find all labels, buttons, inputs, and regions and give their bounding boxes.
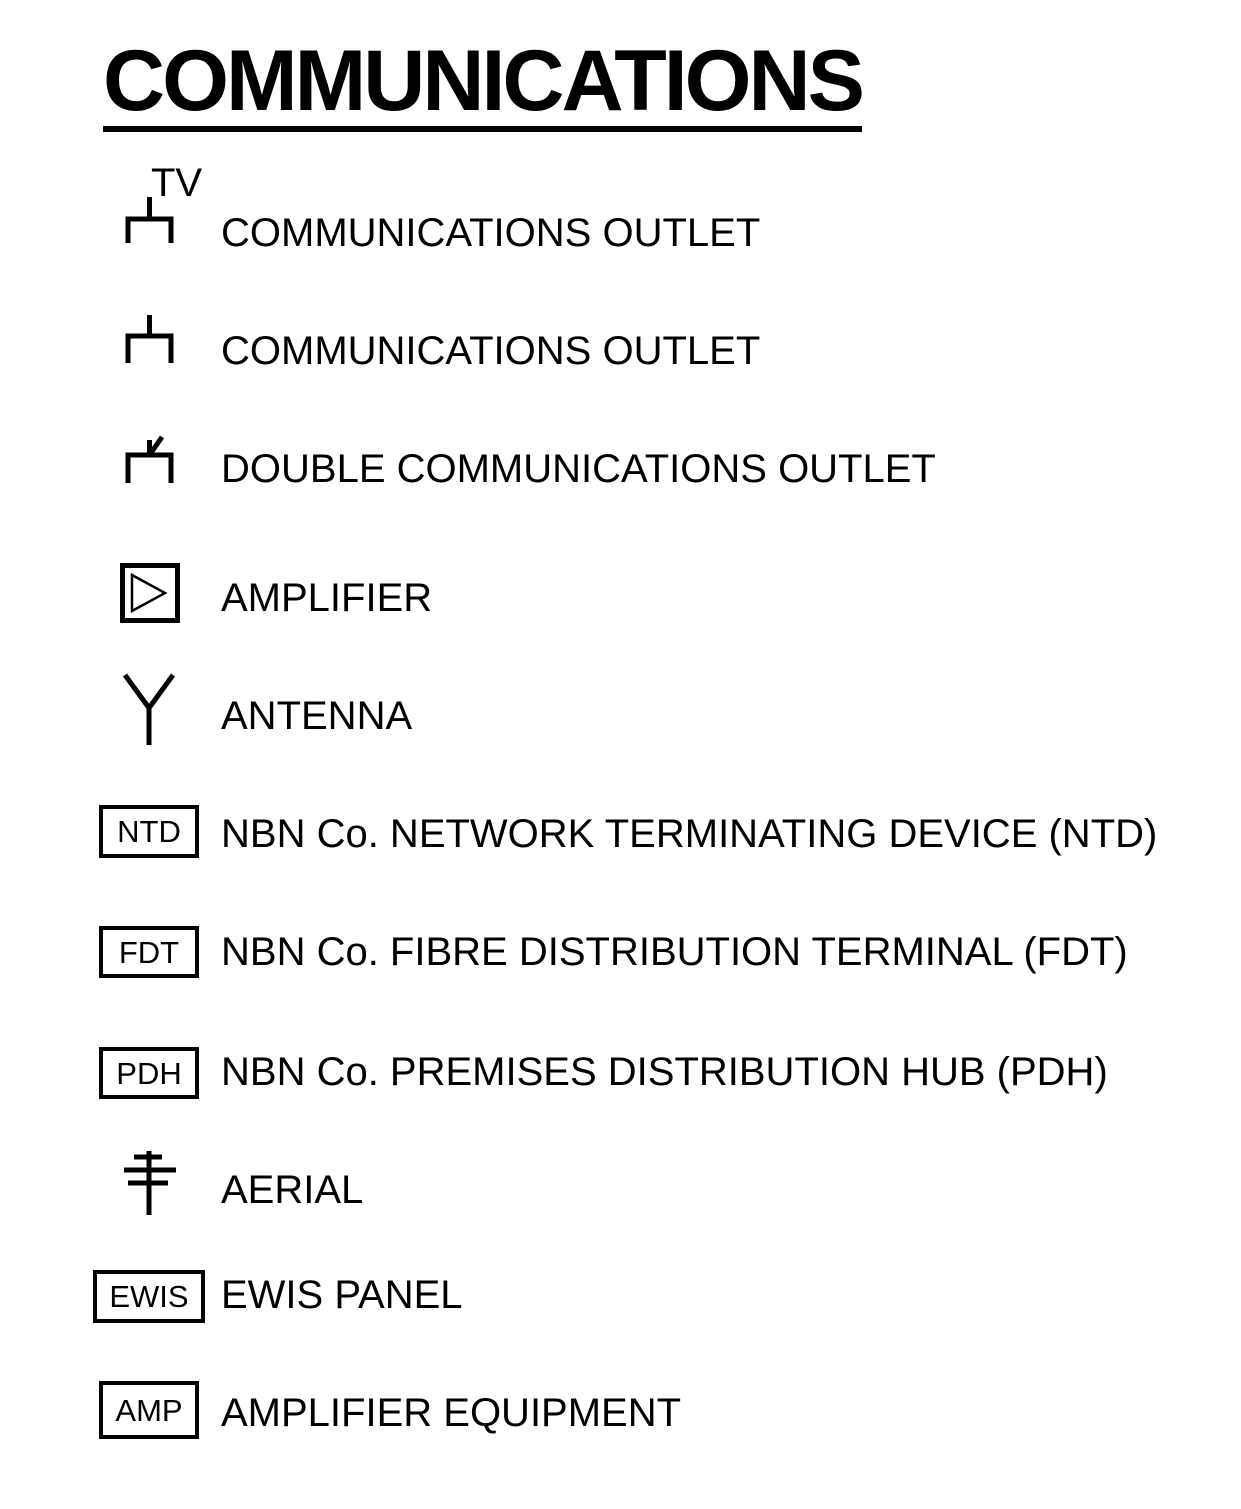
legend-label-ewis: EWIS PANEL [221, 1273, 463, 1317]
legend-label-pdh: NBN Co. PREMISES DISTRIBUTION HUB (PDH) [221, 1050, 1108, 1094]
legend-label-tv-outlet: COMMUNICATIONS OUTLET [221, 211, 761, 255]
legend-label-antenna: ANTENNA [221, 694, 413, 738]
legend-label-fdt: NBN Co. FIBRE DISTRIBUTION TERMINAL (FDT… [221, 930, 1128, 974]
antenna-icon [122, 673, 176, 745]
amp-box: AMP [99, 1381, 199, 1439]
legend-label-amplifier: AMPLIFIER [221, 576, 433, 620]
communications-outlet-icon [125, 315, 174, 363]
fdt-box: FDT [99, 926, 199, 978]
ewis-box: EWIS [93, 1270, 205, 1323]
pdh-box: PDH [99, 1047, 199, 1099]
legend-label-amp: AMPLIFIER EQUIPMENT [221, 1391, 682, 1435]
legend-label-double-outlet: DOUBLE COMMUNICATIONS OUTLET [221, 447, 936, 491]
tv-communications-outlet-icon [125, 197, 174, 243]
legend-label-ntd: NBN Co. NETWORK TERMINATING DEVICE (NTD) [221, 812, 1158, 856]
ntd-box: NTD [99, 805, 199, 858]
amplifier-icon [120, 563, 180, 623]
legend-label-aerial: AERIAL [221, 1168, 364, 1212]
double-communications-outlet-icon [125, 435, 174, 483]
aerial-icon [124, 1151, 176, 1215]
page-title: COMMUNICATIONS [103, 38, 865, 132]
legend-label-outlet: COMMUNICATIONS OUTLET [221, 329, 761, 373]
